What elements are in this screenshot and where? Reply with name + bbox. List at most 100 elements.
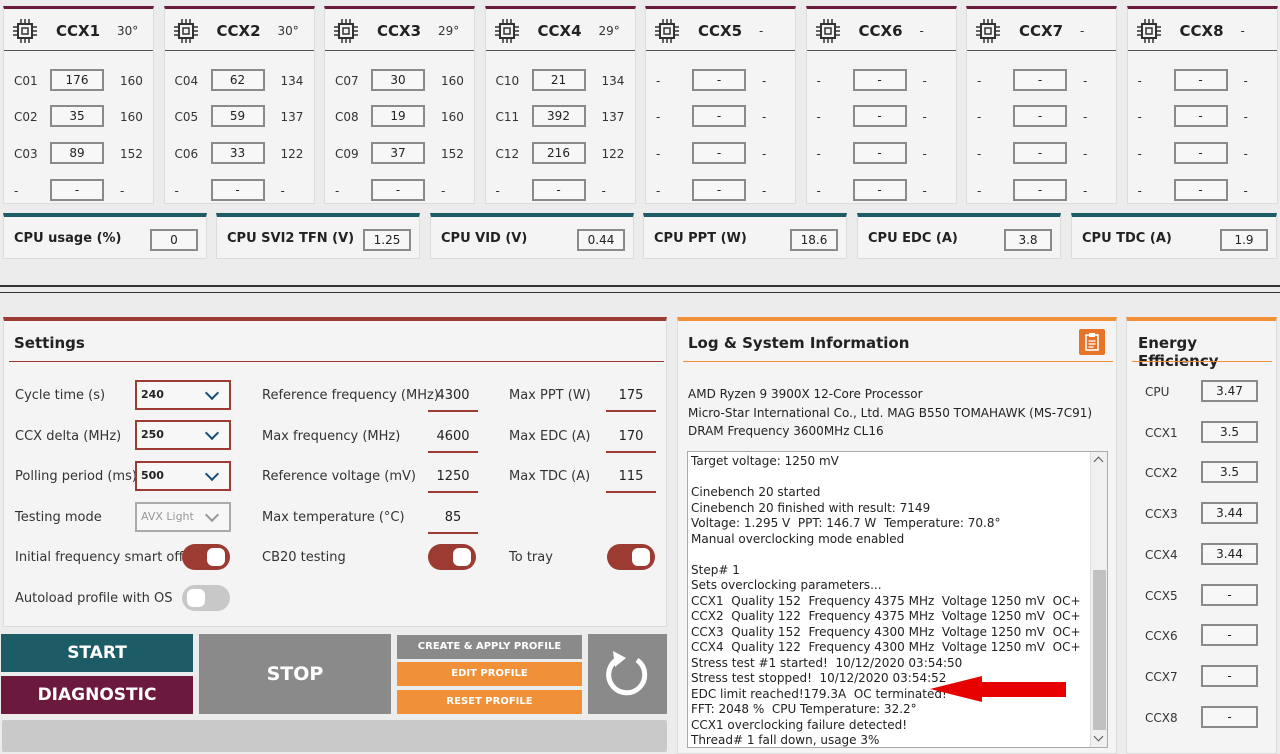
core-quality: - (441, 184, 446, 198)
ccx-header: CCX5 - (646, 9, 795, 51)
chevron-down-icon (204, 466, 220, 482)
polling-select[interactable]: 500 (135, 461, 231, 491)
create-apply-profile-button[interactable]: CREATE & APPLY PROFILE (397, 635, 582, 659)
ccx-panel: CCX5 - - - - - - - - - - - - - (645, 6, 796, 204)
ccx-temperature: 29° (598, 24, 620, 38)
core-value-field: 89 (50, 142, 104, 164)
testing-mode-value: AVX Light (141, 510, 194, 523)
stat-value: 0.44 (577, 229, 625, 251)
max-tdc-input[interactable]: 115 (606, 469, 656, 493)
chevron-down-icon (204, 385, 220, 401)
core-label: C03 (14, 147, 38, 161)
max-freq-input[interactable]: 4600 (428, 429, 478, 453)
energy-label: CPU (1145, 385, 1170, 399)
cpu-chip-icon (334, 19, 358, 43)
ccx-temperature: - (919, 24, 924, 38)
core-value-field: 216 (531, 142, 586, 164)
cycle-time-label: Cycle time (s) (15, 388, 106, 403)
dram-info: DRAM Frequency 3600MHz CL16 (688, 424, 884, 438)
log-title: Log & System Information (688, 334, 910, 352)
core-label: C12 (495, 147, 520, 161)
core-quality: - (762, 147, 767, 161)
cb20-toggle[interactable] (428, 544, 476, 570)
stat-label: CPU VID (V) (441, 231, 528, 246)
log-line: Sets overclocking parameters... (691, 578, 882, 592)
core-value-field: - (692, 69, 746, 91)
stat-panel: CPU SVI2 TFN (V) 1.25 (216, 213, 420, 259)
clipboard-button[interactable] (1079, 329, 1105, 355)
stop-button[interactable]: STOP (199, 634, 391, 714)
edit-profile-button[interactable]: EDIT PROFILE (397, 662, 582, 686)
core-quality: - (922, 74, 927, 88)
max-ppt-input[interactable]: 175 (606, 388, 656, 412)
stat-label: CPU TDC (A) (1082, 231, 1172, 246)
core-quality: - (1083, 110, 1088, 124)
ccx-header: CCX6 - (806, 9, 956, 51)
cpu-chip-icon (494, 19, 519, 43)
core-value-field: - (1173, 179, 1228, 201)
max-temp-label: Max temperature (°C) (262, 510, 405, 525)
ccx-name: CCX2 (216, 22, 261, 40)
core-label: - (816, 147, 821, 161)
to-tray-label: To tray (509, 550, 553, 565)
stat-value: 0 (150, 229, 198, 251)
arrow-annotation-icon (930, 676, 1066, 702)
max-temp-input[interactable]: 85 (428, 510, 478, 534)
energy-label: CCX7 (1145, 669, 1178, 684)
core-value-field: 62 (210, 69, 265, 91)
energy-label: CCX4 (1145, 547, 1178, 562)
max-edc-input[interactable]: 170 (606, 429, 656, 453)
scroll-down-icon[interactable] (1093, 731, 1104, 742)
max-edc-label: Max EDC (A) (509, 429, 591, 444)
testing-mode-select[interactable]: AVX Light (135, 502, 231, 532)
core-quality: - (762, 74, 767, 88)
core-value-field: - (371, 179, 425, 201)
ccx-name: CCX6 (858, 22, 903, 40)
refresh-button[interactable] (588, 634, 667, 714)
log-scrollbar[interactable] (1090, 452, 1107, 747)
log-line: CCX4 Quality 122 Frequency 4300 MHz Volt… (691, 640, 1081, 654)
ccx-panel: CCX1 30° C01 176 160 C02 35 160 C03 89 152… (3, 6, 154, 204)
core-value-field: - (692, 105, 746, 127)
stat-panel: CPU EDC (A) 3.8 (857, 213, 1061, 259)
divider (683, 361, 1113, 362)
energy-value: - (1201, 624, 1258, 647)
ccx-temperature: - (1240, 24, 1245, 38)
cpu-chip-icon (13, 19, 37, 43)
scroll-up-icon[interactable] (1093, 456, 1104, 467)
core-value-field: - (1173, 69, 1228, 91)
core-value-field: - (852, 69, 907, 91)
core-value-field: - (692, 142, 746, 164)
core-label: - (816, 184, 821, 198)
ref-freq-input[interactable]: 4300 (428, 388, 478, 412)
cb20-label: CB20 testing (262, 550, 346, 565)
smart-offset-toggle[interactable] (182, 544, 230, 570)
cpu-chip-icon (976, 19, 1000, 43)
ccx-delta-select[interactable]: 250 (135, 420, 231, 450)
ccx-name: CCX1 (56, 22, 101, 40)
energy-value: - (1201, 583, 1258, 606)
core-label: - (656, 147, 661, 161)
autoload-toggle[interactable] (182, 585, 230, 611)
toggle-knob (207, 548, 225, 566)
core-quality: - (762, 184, 767, 198)
settings-title: Settings (14, 334, 85, 352)
diagnostic-button[interactable]: DIAGNOSTIC (1, 676, 193, 714)
ref-volt-input[interactable]: 1250 (428, 469, 478, 493)
scroll-thumb[interactable] (1093, 570, 1106, 730)
reset-profile-button[interactable]: RESET PROFILE (397, 690, 582, 714)
ccx-delta-value: 250 (141, 428, 164, 441)
cycle-time-select[interactable]: 240 (135, 380, 231, 410)
log-line: Thread# 1 fall down, usage 3% (691, 733, 880, 747)
log-line: CCX2 Quality 122 Frequency 4375 MHz Volt… (691, 609, 1081, 623)
cpu-chip-icon (815, 19, 840, 43)
start-button[interactable]: START (1, 634, 193, 672)
core-quality: 137 (601, 110, 625, 124)
ccx-temperature: 30° (117, 24, 139, 38)
core-label: C07 (335, 74, 359, 88)
energy-label: CCX2 (1145, 466, 1178, 481)
core-quality: - (601, 184, 606, 198)
cpu-chip-icon (655, 19, 679, 43)
core-quality: 134 (280, 74, 304, 88)
to-tray-toggle[interactable] (607, 544, 655, 570)
